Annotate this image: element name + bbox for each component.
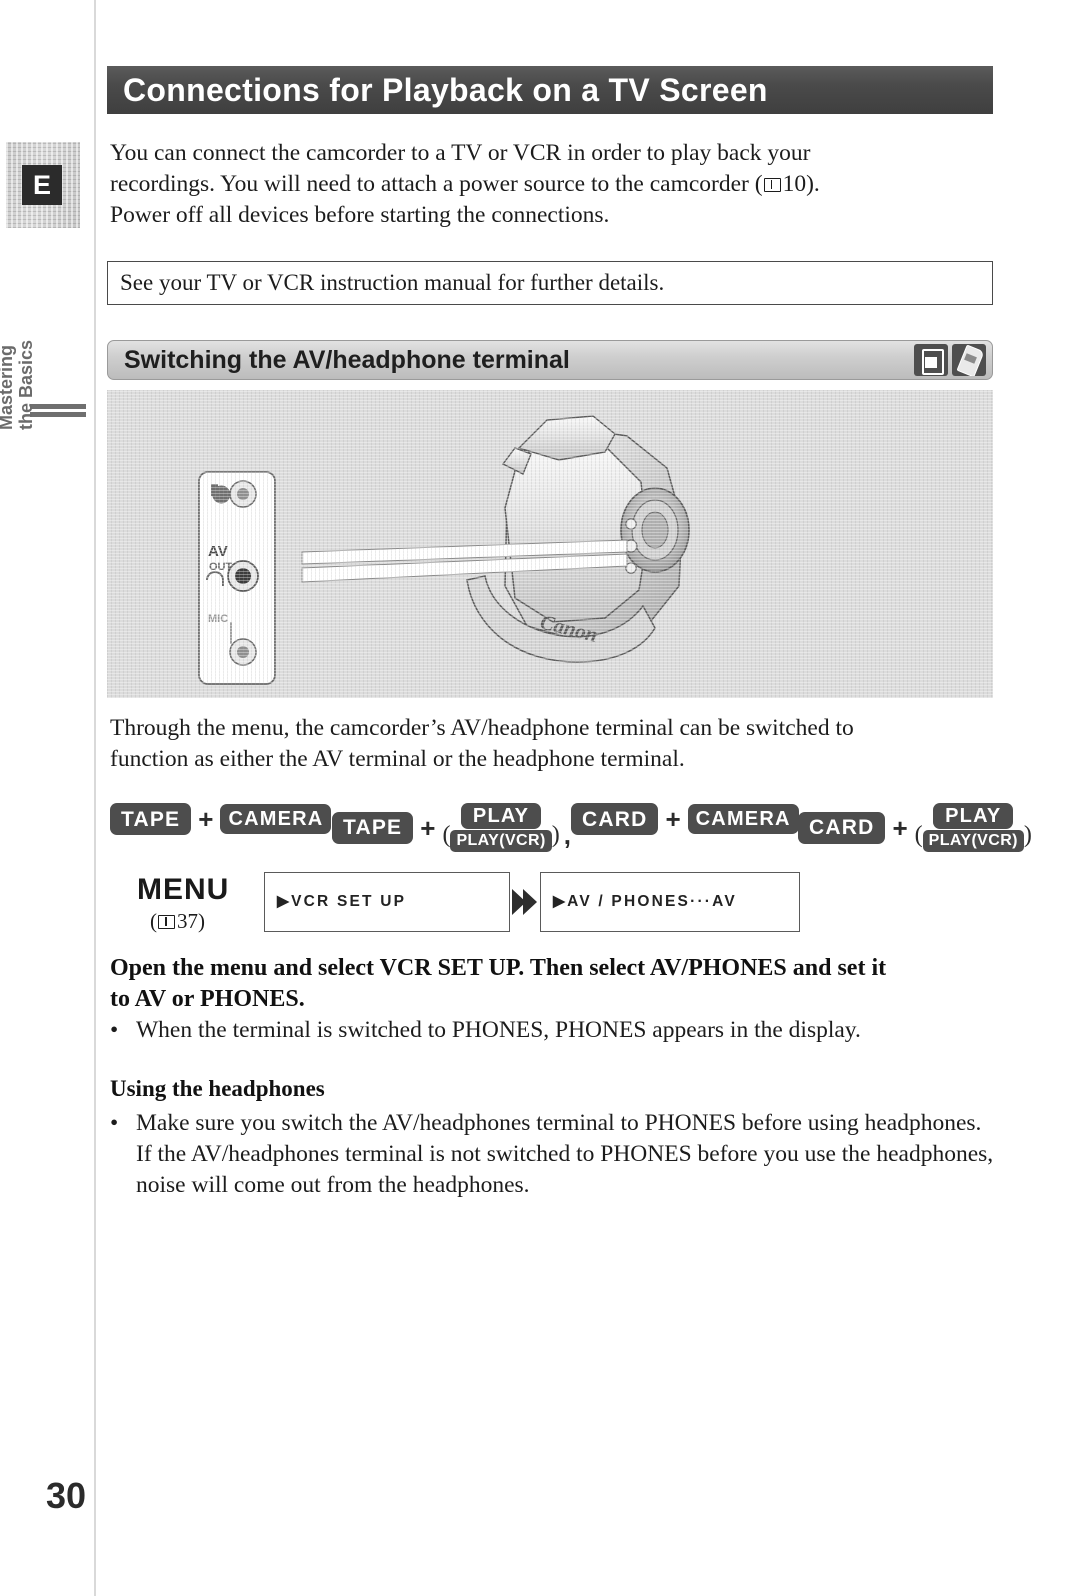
menu-ref-page: 37 (177, 909, 198, 933)
instruction-line-1: Open the menu and select VCR SET UP. The… (110, 955, 887, 981)
mode-badge-row: TAPE + CAMERA , TAPE + ( PLAY PLAY(VCR) … (110, 795, 1032, 852)
tape-icon (914, 344, 948, 376)
bullet-text-1: When the terminal is switched to PHONES,… (136, 1017, 861, 1043)
mode-combo-tape-camera: TAPE + CAMERA , (110, 803, 346, 835)
menu-step-2-box: ▶AV / PHONES···AV (540, 872, 800, 932)
note-text: See your TV or VCR instruction manual fo… (120, 270, 665, 295)
camcorder-illustration: Canon AV OUT MIC (107, 390, 993, 698)
badge-tape-1: TAPE (110, 803, 192, 835)
menu-flow-row: MENU (37) ▶VCR SET UP ▶AV / PHONES···AV (110, 872, 1000, 940)
side-tab-chapter-label: Mastering the Basics (0, 290, 36, 430)
paren-close-2: ) (1023, 822, 1032, 848)
plus-sign-2: + (420, 812, 436, 843)
book-reference-icon (763, 178, 781, 192)
instruction-line-2: to AV or PHONES. (110, 986, 305, 1012)
badge-card-2: CARD (798, 811, 886, 844)
mode-combo-card-camera: CARD + CAMERA , (571, 803, 813, 835)
menu-label: MENU (137, 873, 230, 906)
left-margin-rule (94, 0, 96, 1596)
menu-ref-open: ( (150, 909, 157, 933)
intro-line-2b: ). (806, 171, 820, 197)
menu-ref-close: ) (198, 909, 205, 933)
comma-separator-2: , (563, 820, 571, 850)
bullet-text-2: Make sure you switch the AV/headphones t… (110, 1108, 995, 1201)
chapter-title: Connections for Playback on a TV Screen (123, 72, 768, 108)
badge-play-vcr-1: PLAY(VCR) (450, 830, 552, 852)
menu-step-1-text: ▶VCR SET UP (277, 893, 407, 911)
subsection-heading: Using the headphones (110, 1076, 325, 1101)
note-box: See your TV or VCR instruction manual fo… (107, 261, 993, 305)
badge-camera-2: CAMERA (687, 804, 799, 834)
badge-camera-1: CAMERA (220, 804, 332, 834)
side-tab-label-line2: the Basics (16, 339, 37, 430)
book-reference-icon-2 (158, 915, 175, 929)
badge-play-vcr-2: PLAY(VCR) (922, 830, 1024, 852)
bullet-dot-2: • (110, 1110, 119, 1136)
plus-sign-4: + (892, 812, 908, 843)
language-badge: E (22, 165, 62, 205)
intro-line-1: You can connect the camcorder to a TV or… (110, 140, 811, 166)
badge-card-1: CARD (571, 803, 659, 835)
menu-step-1-box: ▶VCR SET UP (264, 872, 510, 932)
through-menu-line-1: Through the menu, the camcorder’s AV/hea… (110, 715, 854, 741)
plus-sign-3: + (665, 804, 681, 834)
mode-combo-card-play: CARD + ( PLAY PLAY(VCR) ) (798, 803, 1032, 852)
card-icon (952, 344, 986, 376)
paren-open-2: ( (914, 822, 923, 848)
page-number: 30 (46, 1475, 87, 1516)
badge-play-2: PLAY (933, 803, 1014, 829)
intro-ref-page: 10 (782, 171, 807, 197)
section-header-bar: Switching the AV/headphone terminal (107, 340, 993, 380)
badge-play-1: PLAY (460, 803, 542, 829)
plus-sign-1: + (198, 804, 214, 834)
badge-stack-play-1: PLAY PLAY(VCR) (450, 803, 552, 852)
paren-close-1: ) (551, 822, 560, 848)
bullet-item-1: • When the terminal is switched to PHONE… (110, 1015, 990, 1046)
intro-line-3: Power off all devices before starting th… (110, 202, 610, 228)
section-title: Switching the AV/headphone terminal (124, 345, 570, 374)
mode-combo-tape-play: TAPE + ( PLAY PLAY(VCR) ) , (332, 803, 574, 852)
flow-arrow-icon (512, 889, 537, 915)
through-menu-line-2: function as either the AV terminal or th… (110, 746, 685, 772)
instruction-paragraph: Open the menu and select VCR SET UP. The… (110, 953, 990, 1015)
side-tab-divider (30, 404, 86, 418)
side-tab-label-line1: Mastering (0, 344, 16, 430)
bullet-dot-1: • (110, 1017, 119, 1043)
bullet-item-2: • Make sure you switch the AV/headphones… (110, 1108, 995, 1201)
section-mode-icons (914, 344, 986, 376)
illustration-texture (107, 390, 993, 698)
through-menu-paragraph: Through the menu, the camcorder’s AV/hea… (110, 713, 990, 775)
paren-open-1: ( (442, 822, 451, 848)
menu-step-2-text: ▶AV / PHONES···AV (553, 893, 737, 911)
intro-line-2a: recordings. You will need to attach a po… (110, 171, 763, 197)
menu-page-reference: (37) (150, 909, 205, 934)
chapter-title-bar: Connections for Playback on a TV Screen (107, 66, 993, 114)
intro-paragraph: You can connect the camcorder to a TV or… (110, 138, 990, 231)
bullet-2-line-1: Make sure you switch the AV/headphones t… (136, 1110, 859, 1136)
badge-tape-2: TAPE (332, 811, 414, 844)
badge-stack-play-2: PLAY PLAY(VCR) (922, 803, 1024, 852)
